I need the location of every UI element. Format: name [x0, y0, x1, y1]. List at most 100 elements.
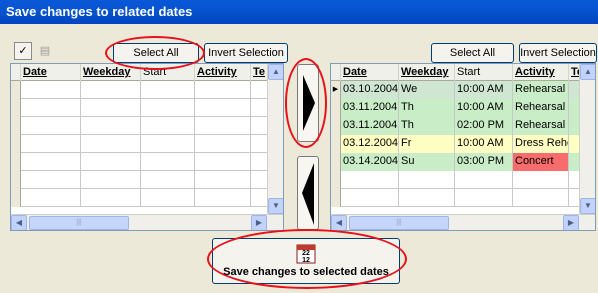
right-table-row[interactable] — [331, 171, 583, 189]
scroll-up-icon[interactable]: ▲ — [268, 64, 283, 80]
row-indicator[interactable] — [11, 153, 21, 171]
cell-activity[interactable] — [195, 135, 251, 153]
left-col-date[interactable]: Date — [21, 64, 81, 81]
cell-start[interactable] — [141, 153, 195, 171]
scroll-right-icon[interactable]: ▶ — [563, 215, 579, 230]
cell-activity[interactable] — [195, 189, 251, 207]
move-right-button[interactable] — [297, 64, 319, 142]
left-table-row[interactable] — [11, 153, 269, 171]
cell-start[interactable] — [141, 135, 195, 153]
cell-date[interactable] — [341, 171, 399, 189]
right-table-row[interactable]: 03.12.2004 Fr 10:00 AM Dress Rehe — [331, 135, 583, 153]
cell-activity[interactable] — [195, 117, 251, 135]
select-filter-icon[interactable]: ✓ — [14, 42, 32, 60]
left-col-activity[interactable]: Activity — [195, 64, 251, 81]
left-table-row[interactable] — [11, 135, 269, 153]
move-left-button[interactable] — [297, 156, 319, 230]
cell-activity[interactable] — [195, 153, 251, 171]
cell-activity[interactable]: Dress Rehe — [513, 135, 569, 153]
cell-weekday[interactable] — [81, 189, 141, 207]
left-table-row[interactable] — [11, 81, 269, 99]
cell-date[interactable] — [341, 189, 399, 207]
cell-start[interactable]: 03:00 PM — [455, 153, 513, 171]
cell-date[interactable]: 03.12.2004 — [341, 135, 399, 153]
row-indicator[interactable] — [11, 81, 21, 99]
row-indicator[interactable] — [331, 153, 341, 171]
cell-weekday[interactable]: Fr — [399, 135, 455, 153]
cell-activity[interactable]: Rehearsal — [513, 117, 569, 135]
left-table-row[interactable] — [11, 117, 269, 135]
cell-activity[interactable] — [513, 189, 569, 207]
available-dates-grid[interactable]: Date Weekday Start Activity Te ▲ ▼ ◀ |||… — [10, 63, 284, 231]
select-all-button-right[interactable]: Select All — [431, 43, 514, 63]
row-indicator[interactable] — [11, 171, 21, 189]
row-indicator[interactable] — [331, 171, 341, 189]
left-table-row[interactable] — [11, 171, 269, 189]
save-changes-button[interactable]: 22 12 Save changes to selected dates — [212, 238, 400, 284]
cell-weekday[interactable] — [81, 99, 141, 117]
related-dates-grid[interactable]: Date Weekday Start Activity Te ▶ 03.10.20… — [330, 63, 596, 231]
cell-date[interactable] — [21, 189, 81, 207]
cell-weekday[interactable]: Th — [399, 99, 455, 117]
cell-start[interactable] — [455, 171, 513, 189]
right-horizontal-scrollbar[interactable]: ◀ ||| ▶ — [331, 214, 595, 230]
row-indicator[interactable] — [11, 135, 21, 153]
cell-date[interactable] — [21, 135, 81, 153]
cell-start[interactable] — [141, 171, 195, 189]
left-table-row[interactable] — [11, 189, 269, 207]
left-col-start[interactable]: Start — [141, 64, 195, 81]
cell-weekday[interactable] — [81, 153, 141, 171]
cell-weekday[interactable] — [399, 171, 455, 189]
cell-start[interactable] — [141, 189, 195, 207]
cell-activity[interactable]: Rehearsal — [513, 81, 569, 99]
row-indicator[interactable] — [11, 189, 21, 207]
cell-date[interactable] — [21, 99, 81, 117]
cell-weekday[interactable]: Su — [399, 153, 455, 171]
cell-weekday[interactable] — [81, 171, 141, 189]
cell-date[interactable] — [21, 117, 81, 135]
cell-date[interactable] — [21, 81, 81, 99]
cell-start[interactable] — [455, 189, 513, 207]
cell-date[interactable]: 03.11.2004 — [341, 99, 399, 117]
right-table-row[interactable]: 03.14.2004 Su 03:00 PM Concert — [331, 153, 583, 171]
left-horizontal-scrollbar[interactable]: ◀ ||| ▶ — [11, 214, 283, 230]
cell-activity[interactable] — [195, 99, 251, 117]
cell-weekday[interactable] — [81, 117, 141, 135]
scroll-down-icon[interactable]: ▼ — [580, 198, 595, 214]
row-indicator[interactable] — [331, 99, 341, 117]
row-indicator[interactable]: ▶ — [331, 81, 341, 99]
right-col-date[interactable]: Date — [341, 64, 399, 81]
cell-date[interactable]: 03.10.2004 — [341, 81, 399, 99]
cell-date[interactable]: 03.11.2004 — [341, 117, 399, 135]
row-indicator[interactable] — [11, 117, 21, 135]
scroll-right-icon[interactable]: ▶ — [251, 215, 267, 230]
cell-activity[interactable]: Concert — [513, 153, 569, 171]
cell-date[interactable] — [21, 171, 81, 189]
scroll-down-icon[interactable]: ▼ — [268, 198, 283, 214]
right-table-row[interactable] — [331, 189, 583, 207]
cell-activity[interactable]: Rehearsal — [513, 99, 569, 117]
cell-date[interactable] — [21, 153, 81, 171]
cell-start[interactable] — [141, 117, 195, 135]
right-table-row[interactable]: 03.11.2004 Th 02:00 PM Rehearsal — [331, 117, 583, 135]
right-table-row[interactable]: ▶ 03.10.2004 We 10:00 AM Rehearsal — [331, 81, 583, 99]
cell-weekday[interactable]: We — [399, 81, 455, 99]
left-vertical-scrollbar[interactable]: ▲ ▼ — [267, 64, 283, 214]
select-all-button-left[interactable]: Select All — [113, 43, 199, 63]
left-col-weekday[interactable]: Weekday — [81, 64, 141, 81]
cell-activity[interactable] — [513, 171, 569, 189]
right-scroll-thumb[interactable]: ||| — [349, 216, 449, 230]
cell-weekday[interactable] — [81, 135, 141, 153]
left-table-row[interactable] — [11, 99, 269, 117]
row-indicator[interactable] — [11, 99, 21, 117]
right-col-weekday[interactable]: Weekday — [399, 64, 455, 81]
cell-weekday[interactable] — [81, 81, 141, 99]
scroll-left-icon[interactable]: ◀ — [11, 215, 27, 230]
cell-date[interactable]: 03.14.2004 — [341, 153, 399, 171]
row-indicator[interactable] — [331, 117, 341, 135]
invert-selection-button-left[interactable]: Invert Selection — [204, 43, 288, 63]
cell-weekday[interactable] — [399, 189, 455, 207]
row-indicator[interactable] — [331, 135, 341, 153]
scroll-left-icon[interactable]: ◀ — [331, 215, 347, 230]
cell-start[interactable]: 10:00 AM — [455, 81, 513, 99]
